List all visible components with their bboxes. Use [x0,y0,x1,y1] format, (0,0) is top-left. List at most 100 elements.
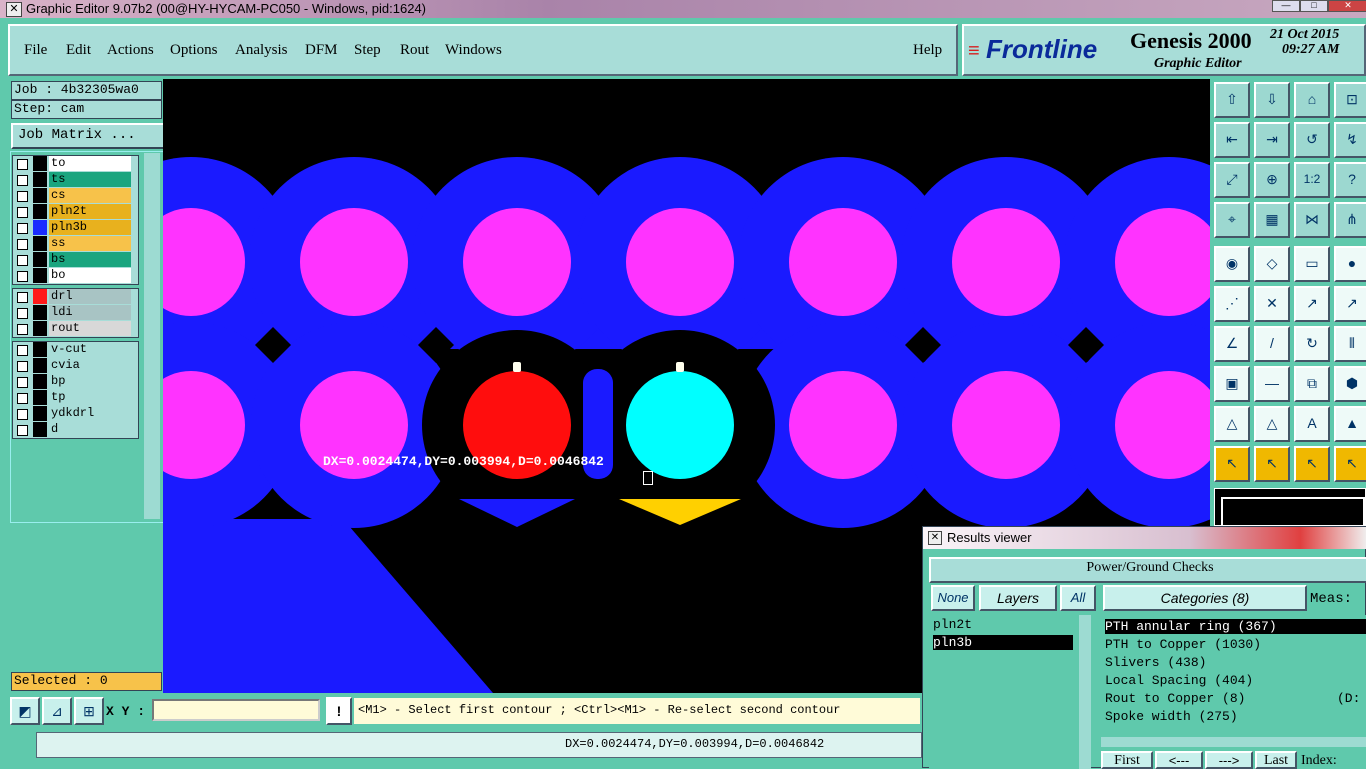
xy-input[interactable] [152,699,320,721]
window-split-icon[interactable]: ⊡ [1334,82,1366,118]
layer-checkbox[interactable] [17,308,28,319]
layer-name[interactable]: d [49,422,131,437]
layer-name[interactable]: cvia [49,358,131,373]
menu-file[interactable]: File [24,42,47,59]
category-item[interactable]: Local Spacing (404) [1105,673,1253,688]
arc-icon[interactable]: ↻ [1294,326,1330,362]
ruler-icon[interactable]: ▭ [1294,246,1330,282]
layer-checkbox[interactable] [17,191,28,202]
layer-row-ydkdrl[interactable]: ydkdrl [13,406,138,422]
layer-name[interactable]: ldi [49,305,131,320]
pad-icon[interactable]: ▣ [1214,366,1250,402]
grid-toggle-icon[interactable]: ▦ [1254,202,1290,238]
minimize-button[interactable]: — [1272,0,1300,12]
layer-color-swatch[interactable] [33,422,47,437]
layer-row-bo[interactable]: bo [13,268,138,284]
menu-step[interactable]: Step [354,42,381,59]
pan-left-icon[interactable]: ⇤ [1214,122,1250,158]
results-layer-item-selected[interactable]: pln3b [933,635,1073,650]
layer-color-swatch[interactable] [33,305,47,320]
layer-checkbox[interactable] [17,175,28,186]
menu-analysis[interactable]: Analysis [235,42,288,59]
zoom-area-icon[interactable]: ◩ [10,697,40,725]
results-category-list[interactable]: PTH annular ring (367) PTH to Copper (10… [1101,615,1366,769]
menu-windows[interactable]: Windows [445,42,502,59]
connect-icon[interactable]: ⋈ [1294,202,1330,238]
arrow-node-icon[interactable]: ↗ [1334,286,1366,322]
layer-name[interactable]: pln2t [49,204,131,219]
category-item-selected[interactable]: PTH annular ring (367) [1105,619,1366,634]
layer-name[interactable]: ts [49,172,131,187]
triangle-icon[interactable]: △ [1214,406,1250,442]
layer-row-ts[interactable]: ts [13,172,138,188]
menu-edit[interactable]: Edit [66,42,91,59]
layer-name[interactable]: bo [49,268,131,283]
layer-row-pln3b[interactable]: pln3b [13,220,138,236]
select-circle-icon[interactable]: ↖ [1294,446,1330,482]
results-layer-item[interactable]: pln2t [933,617,972,632]
layer-color-swatch[interactable] [33,236,47,251]
redraw-icon[interactable]: ↯ [1334,122,1366,158]
layer-checkbox[interactable] [17,159,28,170]
dot-icon[interactable]: ● [1334,246,1366,282]
layer-checkbox[interactable] [17,324,28,335]
layer-row-d[interactable]: d [13,422,138,438]
layer-name[interactable]: drl [49,289,131,304]
layer-checkbox[interactable] [17,361,28,372]
menu-help[interactable]: Help [913,42,942,59]
category-hscrollbar[interactable] [1101,737,1366,747]
none-button[interactable]: None [931,585,975,611]
arrow-point-icon[interactable]: ↗ [1294,286,1330,322]
layer-checkbox[interactable] [17,207,28,218]
layer-color-swatch[interactable] [33,204,47,219]
home-icon[interactable]: ⌂ [1294,82,1330,118]
scale-icon[interactable]: 1:2 [1294,162,1330,198]
layer-list-scrollbar[interactable] [144,153,160,519]
layer-color-swatch[interactable] [33,374,47,389]
category-item[interactable]: PTH to Copper (1030) [1105,637,1261,652]
layer-color-swatch[interactable] [33,390,47,405]
select-icon[interactable]: ↖ [1214,446,1250,482]
layer-color-swatch[interactable] [33,358,47,373]
menu-dfm[interactable]: DFM [305,42,338,59]
layer-row-rout[interactable]: rout [13,321,138,337]
layer-checkbox[interactable] [17,409,28,420]
layer-color-swatch[interactable] [33,406,47,421]
all-button[interactable]: All [1060,585,1096,611]
layer-row-ss[interactable]: ss [13,236,138,252]
cross-icon[interactable]: ✕ [1254,286,1290,322]
menu-options[interactable]: Options [170,42,218,59]
box-icon[interactable]: ⧉ [1294,366,1330,402]
layer-color-swatch[interactable] [33,252,47,267]
layer-checkbox[interactable] [17,292,28,303]
line-icon[interactable]: / [1254,326,1290,362]
layer-checkbox[interactable] [17,345,28,356]
node-icon[interactable]: ⋰ [1214,286,1250,322]
triangle-up-icon[interactable]: ▲ [1334,406,1366,442]
shapes-icon[interactable]: ⬢ [1334,366,1366,402]
layer-checkbox[interactable] [17,271,28,282]
layer-row-v-cut[interactable]: v-cut [13,342,138,358]
dash-icon[interactable]: — [1254,366,1290,402]
layer-name[interactable]: cs [49,188,131,203]
layers-button[interactable]: Layers [979,585,1057,611]
layer-checkbox[interactable] [17,393,28,404]
select-path-icon[interactable]: ↖ [1334,446,1366,482]
layer-checkbox[interactable] [17,223,28,234]
layer-row-drl[interactable]: drl [13,289,138,305]
layer-checkbox[interactable] [17,239,28,250]
triangle-point-icon[interactable]: △ [1254,406,1290,442]
layer-name[interactable]: bs [49,252,131,267]
category-item[interactable]: Spoke width (275) [1105,709,1238,724]
center-icon[interactable]: ⊕ [1254,162,1290,198]
layer-name[interactable]: tp [49,390,131,405]
layer-color-swatch[interactable] [33,172,47,187]
info-icon[interactable]: ! [326,697,352,725]
layer-row-pln2t[interactable]: pln2t [13,204,138,220]
layer-name[interactable]: rout [49,321,131,336]
results-layer-list[interactable]: pln2t pln3b [929,615,1091,769]
results-layer-scrollbar[interactable] [1079,615,1091,769]
next-button[interactable]: ---> [1205,751,1253,769]
layer-name[interactable]: to [49,156,131,171]
category-item[interactable]: Rout to Copper (8) [1105,691,1245,706]
